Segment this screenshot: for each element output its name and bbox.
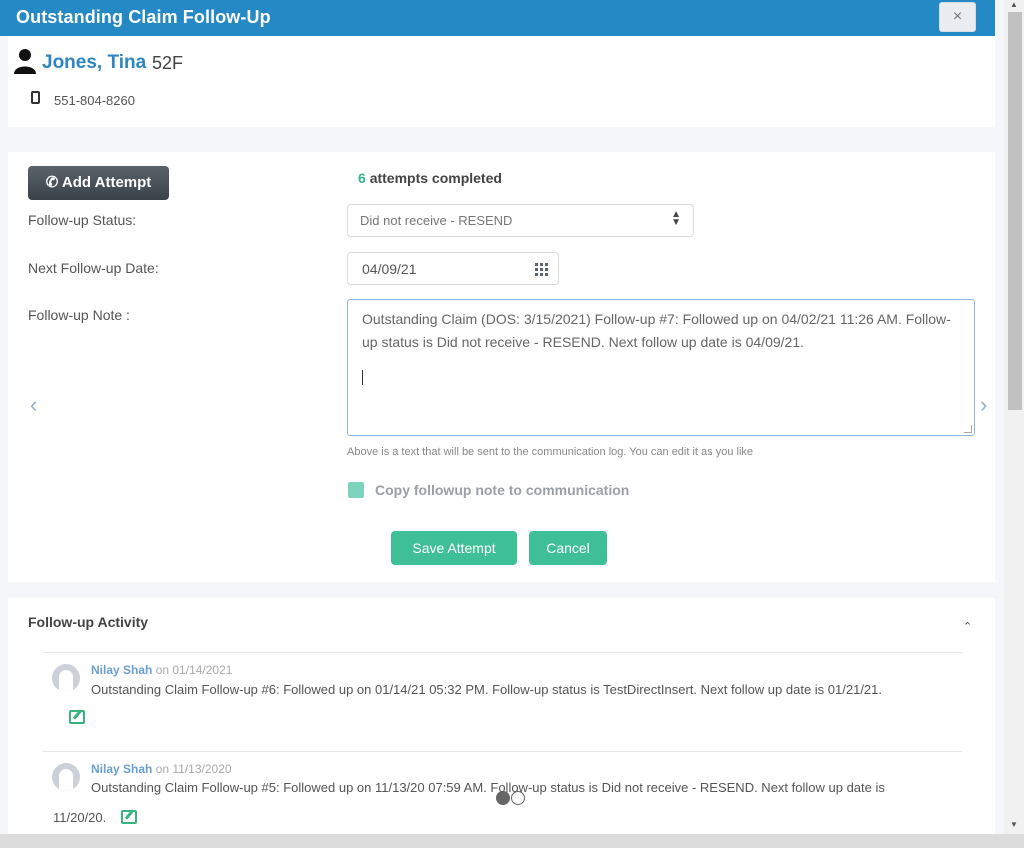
next-arrow-icon[interactable]: › — [980, 392, 987, 418]
cancel-button[interactable]: Cancel — [529, 531, 607, 565]
phone-icon: ✆ — [45, 174, 62, 191]
status-select[interactable]: Did not receive - RESEND ▲ ▼ — [347, 204, 694, 237]
close-button[interactable]: × — [939, 2, 976, 32]
save-attempt-button[interactable]: Save Attempt — [391, 531, 517, 565]
sort-arrows-icon: ▲ ▼ — [671, 209, 681, 228]
vertical-scrollbar[interactable]: ▲ ▼ — [1004, 0, 1024, 834]
scroll-thumb[interactable] — [1008, 12, 1022, 410]
entry-text: Outstanding Claim Follow-up #6: Followed… — [91, 682, 883, 697]
copy-note-checkbox[interactable] — [348, 482, 364, 498]
entry-date: on 01/14/2021 — [155, 663, 233, 677]
attempts-count: 6 — [358, 170, 366, 186]
entry-author[interactable]: Nilay Shah — [91, 663, 152, 677]
follow-up-form: ✆ Add Attempt 6 attempts completed Follo… — [8, 152, 995, 582]
activity-title: Follow-up Activity — [28, 614, 149, 630]
note-hint: Above is a text that will be sent to the… — [347, 446, 754, 458]
entry-meta: Nilay Shah on 01/14/2021 — [91, 663, 232, 677]
patient-name[interactable]: Jones, Tina — [42, 52, 146, 74]
entry-author[interactable]: Nilay Shah — [91, 762, 152, 776]
follow-up-note-textarea[interactable]: Outstanding Claim (DOS: 3/15/2021) Follo… — [347, 299, 975, 436]
calendar-icon[interactable] — [535, 263, 548, 276]
entry-date: on 11/13/2020 — [155, 762, 232, 776]
modal-header: Outstanding Claim Follow-Up × — [0, 0, 995, 36]
entry-meta: Nilay Shah on 11/13/2020 — [91, 762, 232, 776]
divider — [42, 652, 962, 653]
edit-icon[interactable] — [69, 710, 85, 724]
edit-icon[interactable] — [121, 810, 137, 824]
page-dot[interactable] — [511, 791, 525, 805]
patient-phone: 551-804-8260 — [54, 93, 135, 108]
mobile-phone-icon — [31, 91, 40, 104]
modal-title: Outstanding Claim Follow-Up — [16, 7, 271, 27]
note-label: Follow-up Note : — [28, 307, 130, 323]
page-dot-active[interactable] — [496, 791, 510, 805]
attempts-text: attempts completed — [369, 170, 502, 186]
next-date-input[interactable]: 04/09/21 — [347, 252, 559, 285]
collapse-chevron-icon[interactable]: ⌃ — [963, 620, 972, 633]
scroll-down-icon[interactable]: ▼ — [1010, 820, 1018, 829]
avatar — [52, 664, 80, 692]
attempts-completed: 6 attempts completed — [358, 170, 502, 186]
prev-arrow-icon[interactable]: ‹ — [30, 392, 37, 418]
scroll-up-icon[interactable]: ▲ — [1010, 0, 1018, 9]
status-label: Follow-up Status: — [28, 212, 137, 228]
status-select-value: Did not receive - RESEND — [360, 213, 513, 228]
patient-card: Jones, Tina 52F 551-804-8260 — [8, 36, 995, 127]
divider — [42, 751, 962, 752]
pagination-dots — [496, 791, 526, 810]
patient-age-sex: 52F — [152, 53, 184, 73]
add-attempt-button[interactable]: ✆ Add Attempt — [28, 166, 169, 200]
entry-text-continuation: 11/20/20. — [53, 810, 107, 825]
avatar — [52, 763, 80, 791]
next-date-label: Next Follow-up Date: — [28, 260, 159, 276]
copy-note-label[interactable]: Copy followup note to communication — [375, 482, 629, 498]
add-attempt-label: Add Attempt — [61, 174, 152, 191]
horizontal-scrollbar — [0, 834, 1024, 848]
note-text: Outstanding Claim (DOS: 3/15/2021) Follo… — [362, 311, 951, 350]
next-date-value: 04/09/21 — [362, 261, 417, 277]
follow-up-modal: Outstanding Claim Follow-Up × Jones, Tin… — [0, 0, 1004, 834]
person-icon — [14, 49, 36, 74]
resize-handle[interactable] — [964, 425, 972, 433]
text-cursor — [362, 370, 363, 385]
